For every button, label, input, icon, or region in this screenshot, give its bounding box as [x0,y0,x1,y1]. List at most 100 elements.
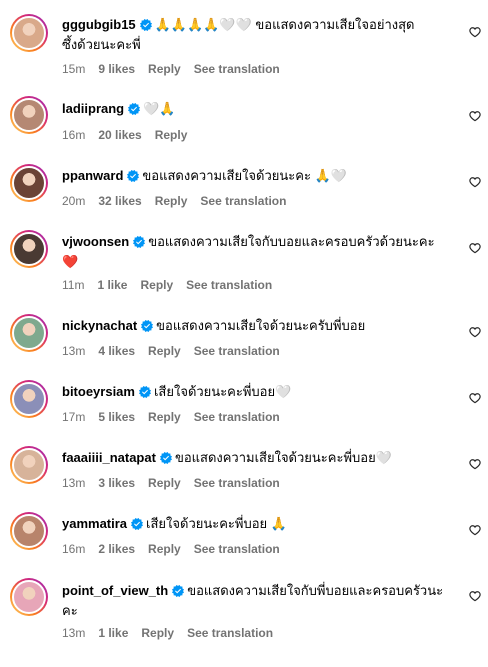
likes-count-button[interactable]: 32 likes [98,194,141,208]
comment-body: faaaiiii_natapat ขอแสดงความเสียใจด้วยนะคะ… [62,449,462,469]
comment-body: gggubgib15 🙏🙏🙏🙏🤍🤍 ขอแสดงความเสียใจอย่างสุ… [62,16,462,54]
like-comment-heart-icon[interactable] [469,26,481,38]
reply-button[interactable]: Reply [140,278,173,292]
avatar-image [12,98,46,132]
likes-count-button[interactable]: 3 likes [98,476,135,490]
username-link[interactable]: gggubgib15 [62,17,136,32]
like-comment-heart-icon[interactable] [469,242,481,254]
like-comment-heart-icon[interactable] [469,458,481,470]
timestamp[interactable]: 20m [62,194,85,208]
avatar[interactable] [10,164,48,202]
see-translation-button[interactable]: See translation [194,344,280,358]
comment-meta: 13m 4 likes Reply See translation [62,344,293,358]
username-link[interactable]: nickynachat [62,318,137,333]
timestamp[interactable]: 13m [62,344,85,358]
username-link[interactable]: vjwoonsen [62,234,129,249]
like-comment-heart-icon[interactable] [469,524,481,536]
reply-button[interactable]: Reply [148,542,181,556]
verified-badge-icon [138,385,151,403]
timestamp[interactable]: 11m [62,278,84,292]
verified-badge-icon [141,319,154,337]
verified-badge-icon [159,451,172,469]
comment-text-continued: คะ [62,603,78,618]
username-link[interactable]: ladiiprang [62,101,124,116]
avatar[interactable] [10,380,48,418]
like-comment-heart-icon[interactable] [469,176,481,188]
comment-body: ppanward ขอแสดงความเสียใจด้วยนะคะ 🙏🤍 [62,167,462,187]
comment-body: nickynachat ขอแสดงความเสียใจด้วยนะครับพี่… [62,317,462,337]
like-comment-heart-icon[interactable] [469,326,481,338]
likes-count-button[interactable]: 20 likes [98,128,141,142]
verified-badge-icon [139,18,152,36]
avatar[interactable] [10,578,48,616]
likes-count-button[interactable]: 1 like [97,278,127,292]
comment-body: bitoeyrsiam เสียใจด้วยนะคะพี่บอย🤍 [62,383,462,403]
avatar[interactable] [10,446,48,484]
avatar[interactable] [10,230,48,268]
avatar-image [12,448,46,482]
username-link[interactable]: bitoeyrsiam [62,384,135,399]
likes-count-button[interactable]: 1 like [98,626,128,640]
reply-button[interactable]: Reply [148,344,181,358]
timestamp[interactable]: 16m [62,128,85,142]
avatar-image [12,514,46,548]
likes-count-button[interactable]: 9 likes [98,62,135,76]
comment-body: ladiiprang 🤍🙏 [62,100,462,120]
comment-meta: 15m 9 likes Reply See translation [62,62,293,76]
timestamp[interactable]: 13m [62,476,85,490]
comment-text: ขอแสดงความเสียใจกับพี่บอยและครอบครัวนะ [187,583,444,598]
avatar-image [12,316,46,350]
see-translation-button[interactable]: See translation [200,194,286,208]
verified-badge-icon [127,169,140,187]
reply-button[interactable]: Reply [155,194,188,208]
likes-count-button[interactable]: 2 likes [98,542,135,556]
see-translation-button[interactable]: See translation [194,542,280,556]
timestamp[interactable]: 15m [62,62,85,76]
see-translation-button[interactable]: See translation [187,626,273,640]
see-translation-button[interactable]: See translation [194,410,280,424]
avatar[interactable] [10,314,48,352]
verified-badge-icon [172,584,185,602]
timestamp[interactable]: 13m [62,626,85,640]
avatar[interactable] [10,96,48,134]
reply-button[interactable]: Reply [148,410,181,424]
username-link[interactable]: yammatira [62,516,127,531]
comment-text: ขอแสดงความเสียใจด้วยนะคะพี่บอย🤍 [174,450,392,465]
comment-text: ขอแสดงความเสียใจด้วยนะครับพี่บอย [156,318,366,333]
username-link[interactable]: faaaiiii_natapat [62,450,156,465]
like-comment-heart-icon[interactable] [469,590,481,602]
avatar[interactable] [10,512,48,550]
avatar[interactable] [10,14,48,52]
comment-text: ขอแสดงความเสียใจด้วยนะคะ 🙏🤍 [142,168,347,183]
comment-text-continued: ซึ้งด้วยนะคะพี่ [62,37,141,52]
timestamp[interactable]: 16m [62,542,85,556]
comment-meta: 13m 1 like Reply See translation [62,626,286,640]
comment-body: vjwoonsen ขอแสดงความเสียใจกับบอยและครอบคร… [62,233,462,271]
username-link[interactable]: point_of_view_th [62,583,168,598]
comment-body: yammatira เสียใจด้วยนะคะพี่บอย 🙏 [62,515,462,535]
comment-meta: 13m 3 likes Reply See translation [62,476,293,490]
username-link[interactable]: ppanward [62,168,123,183]
avatar-image [12,232,46,266]
avatar-image [12,382,46,416]
like-comment-heart-icon[interactable] [469,392,481,404]
reply-button[interactable]: Reply [148,62,181,76]
avatar-image [12,580,46,614]
comment-text-continued: ❤️ [62,254,79,269]
likes-count-button[interactable]: 5 likes [98,410,135,424]
avatar-image [12,16,46,50]
reply-button[interactable]: Reply [141,626,174,640]
comment-text: เสียใจด้วยนะคะพี่บอย 🙏 [146,516,287,531]
see-translation-button[interactable]: See translation [194,62,280,76]
see-translation-button[interactable]: See translation [186,278,272,292]
verified-badge-icon [128,102,141,120]
like-comment-heart-icon[interactable] [469,110,481,122]
reply-button[interactable]: Reply [155,128,188,142]
comment-meta: 11m 1 like Reply See translation [62,278,285,292]
reply-button[interactable]: Reply [148,476,181,490]
timestamp[interactable]: 17m [62,410,85,424]
comment-meta: 20m 32 likes Reply See translation [62,194,299,208]
likes-count-button[interactable]: 4 likes [98,344,135,358]
see-translation-button[interactable]: See translation [194,476,280,490]
comment-meta: 16m 2 likes Reply See translation [62,542,293,556]
